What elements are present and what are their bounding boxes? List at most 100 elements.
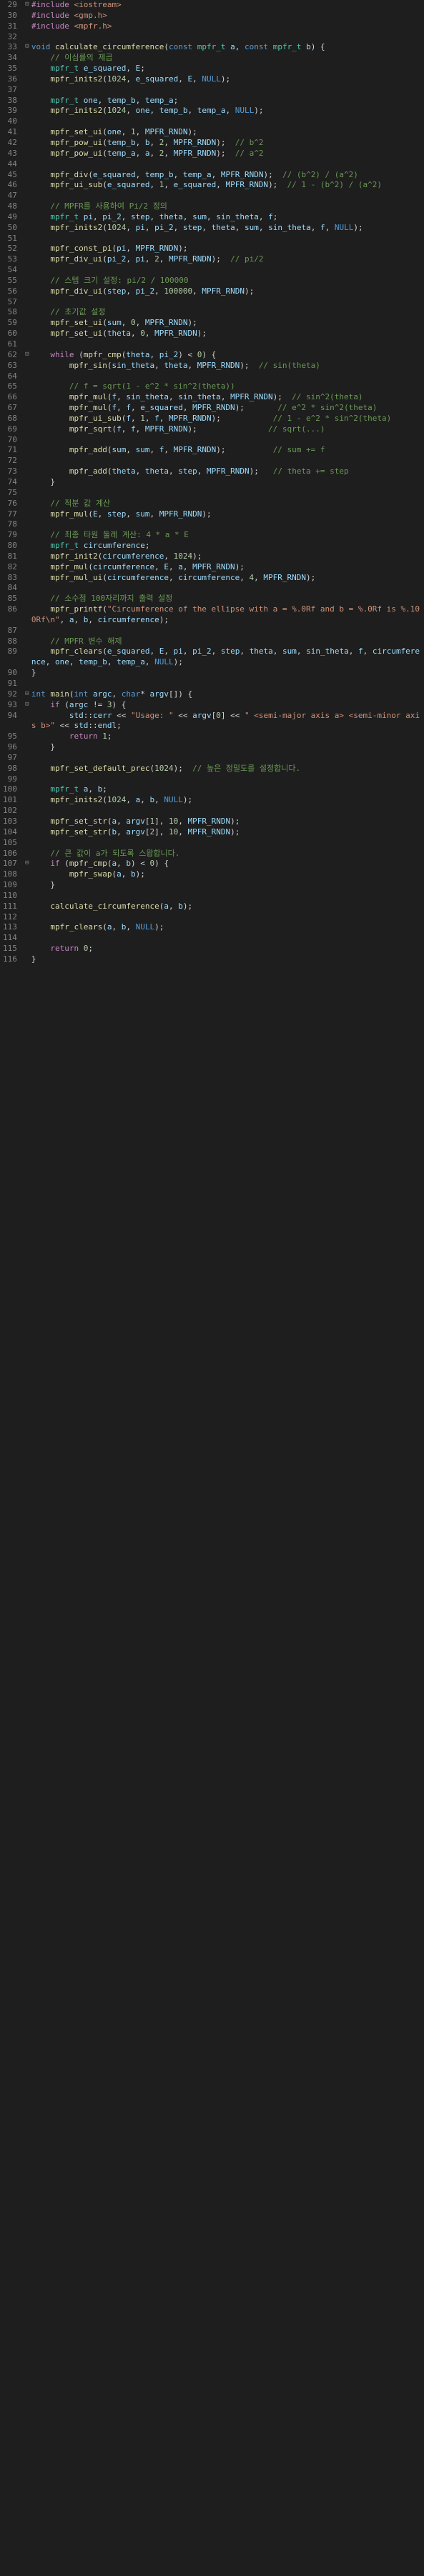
code-line[interactable]: [31, 234, 424, 244]
code-line[interactable]: mpfr_set_ui(sum, 0, MPFR_RNDN);: [31, 318, 424, 329]
code-line[interactable]: mpfr_mul(circumference, E, a, MPFR_RNDN)…: [31, 562, 424, 573]
code-line[interactable]: if (mpfr_cmp(a, b) < 0) {: [31, 859, 424, 869]
code-line[interactable]: [31, 583, 424, 594]
code-line[interactable]: mpfr_mul(f, f, e_squared, MPFR_RNDN); //…: [31, 403, 424, 414]
code-line[interactable]: mpfr_add(sum, sum, f, MPFR_RNDN); // sum…: [31, 445, 424, 456]
fold-marker[interactable]: ⊟: [23, 350, 31, 361]
code-line[interactable]: [31, 806, 424, 817]
fold-gutter[interactable]: ⊟⊟⊟⊟⊟⊟: [23, 0, 31, 965]
code-line[interactable]: std::cerr << "Usage: " << argv[0] << " <…: [31, 711, 424, 722]
code-line[interactable]: [31, 339, 424, 350]
code-line[interactable]: [31, 753, 424, 764]
code-line[interactable]: mpfr_set_ui(theta, 0, MPFR_RNDN);: [31, 329, 424, 339]
code-line[interactable]: // MPFR 변수 해제: [31, 636, 424, 647]
code-line[interactable]: // 초기값 설정: [31, 307, 424, 318]
code-line[interactable]: mpfr_inits2(1024, a, b, NULL);: [31, 795, 424, 806]
code-line[interactable]: mpfr_printf("Circumference of the ellips…: [31, 604, 424, 615]
code-line[interactable]: mpfr_set_ui(one, 1, MPFR_RNDN);: [31, 127, 424, 138]
code-area[interactable]: #include <iostream>#include <gmp.h>#incl…: [31, 0, 424, 965]
code-line[interactable]: [31, 679, 424, 689]
code-line[interactable]: // 스텝 크기 설정: pi/2 / 100000: [31, 276, 424, 286]
code-line[interactable]: mpfr_init2(circumference, 1024);: [31, 551, 424, 562]
code-line[interactable]: [31, 32, 424, 43]
code-line[interactable]: mpfr_div_ui(step, pi_2, 100000, MPFR_RND…: [31, 286, 424, 297]
code-line[interactable]: return 0;: [31, 944, 424, 954]
code-line[interactable]: mpfr_mul_ui(circumference, circumference…: [31, 573, 424, 584]
code-line[interactable]: mpfr_sqrt(f, f, MPFR_RNDN); // sqrt(...): [31, 424, 424, 435]
code-line[interactable]: [31, 371, 424, 382]
code-line[interactable]: 0Rf\n", a, b, circumference);: [31, 615, 424, 626]
code-line[interactable]: // 이심률의 제곱: [31, 53, 424, 64]
code-line[interactable]: mpfr_clears(e_squared, E, pi, pi_2, step…: [31, 647, 424, 657]
code-line[interactable]: [31, 456, 424, 466]
code-line[interactable]: return 1;: [31, 732, 424, 742]
code-line[interactable]: mpfr_mul(f, sin_theta, sin_theta, MPFR_R…: [31, 392, 424, 403]
code-line[interactable]: mpfr_add(theta, theta, step, MPFR_RNDN);…: [31, 466, 424, 477]
fold-marker[interactable]: ⊟: [23, 700, 31, 711]
code-line[interactable]: // 최종 타원 둘레 계산: 4 * a * E: [31, 530, 424, 541]
code-line[interactable]: mpfr_pow_ui(temp_b, b, 2, MPFR_RNDN); //…: [31, 138, 424, 149]
code-line[interactable]: mpfr_pow_ui(temp_a, a, 2, MPFR_RNDN); //…: [31, 149, 424, 159]
code-line[interactable]: mpfr_inits2(1024, e_squared, E, NULL);: [31, 74, 424, 85]
code-line[interactable]: [31, 265, 424, 276]
code-line[interactable]: [31, 626, 424, 636]
code-editor[interactable]: 2930313233343536373839404142434445464748…: [0, 0, 424, 965]
code-line[interactable]: #include <iostream>: [31, 0, 424, 11]
code-line[interactable]: }: [31, 477, 424, 488]
code-line[interactable]: [31, 85, 424, 96]
code-line[interactable]: [31, 116, 424, 127]
code-line[interactable]: mpfr_t a, b;: [31, 784, 424, 795]
code-line[interactable]: if (argc != 3) {: [31, 700, 424, 711]
code-line[interactable]: [31, 435, 424, 446]
code-line[interactable]: [31, 933, 424, 944]
code-line[interactable]: [31, 891, 424, 902]
code-line[interactable]: // 소수점 100자리까지 출력 설정: [31, 594, 424, 604]
code-line[interactable]: calculate_circumference(a, b);: [31, 902, 424, 912]
fold-marker[interactable]: ⊟: [23, 859, 31, 869]
code-line[interactable]: mpfr_const_pi(pi, MPFR_RNDN);: [31, 244, 424, 254]
code-line[interactable]: [31, 838, 424, 849]
code-line[interactable]: nce, one, temp_b, temp_a, NULL);: [31, 657, 424, 668]
code-line[interactable]: }: [31, 880, 424, 891]
code-line[interactable]: [31, 159, 424, 170]
code-line[interactable]: mpfr_set_str(a, argv[1], 10, MPFR_RNDN);: [31, 817, 424, 827]
code-line[interactable]: [31, 774, 424, 785]
code-line[interactable]: // 적분 값 계산: [31, 499, 424, 509]
code-line[interactable]: mpfr_ui_sub(e_squared, 1, e_squared, MPF…: [31, 180, 424, 191]
code-line[interactable]: s b>" << std::endl;: [31, 721, 424, 732]
fold-marker[interactable]: ⊟: [23, 42, 31, 53]
code-line[interactable]: // f = sqrt(1 - e^2 * sin^2(theta)): [31, 381, 424, 392]
fold-marker[interactable]: ⊟: [23, 689, 31, 700]
code-line[interactable]: mpfr_swap(a, b);: [31, 869, 424, 880]
code-line[interactable]: }: [31, 742, 424, 753]
code-line[interactable]: mpfr_clears(a, b, NULL);: [31, 922, 424, 933]
code-line[interactable]: mpfr_set_default_prec(1024); // 높은 정밀도를 …: [31, 764, 424, 774]
code-line[interactable]: }: [31, 954, 424, 965]
code-line[interactable]: #include <mpfr.h>: [31, 21, 424, 32]
code-line[interactable]: while (mpfr_cmp(theta, pi_2) < 0) {: [31, 350, 424, 361]
code-line[interactable]: [31, 519, 424, 530]
code-line[interactable]: mpfr_ui_sub(f, 1, f, MPFR_RNDN); // 1 - …: [31, 414, 424, 424]
code-line[interactable]: }: [31, 668, 424, 679]
code-line[interactable]: mpfr_inits2(1024, one, temp_b, temp_a, N…: [31, 106, 424, 116]
code-line[interactable]: mpfr_inits2(1024, pi, pi_2, step, theta,…: [31, 223, 424, 234]
code-line[interactable]: // MPFR를 사용하여 Pi/2 정의: [31, 201, 424, 212]
code-line[interactable]: [31, 297, 424, 308]
code-line[interactable]: mpfr_set_str(b, argv[2], 10, MPFR_RNDN);: [31, 827, 424, 838]
code-line[interactable]: #include <gmp.h>: [31, 11, 424, 21]
code-line[interactable]: mpfr_t e_squared, E;: [31, 64, 424, 74]
code-line[interactable]: mpfr_t one, temp_b, temp_a;: [31, 96, 424, 106]
code-line[interactable]: mpfr_div_ui(pi_2, pi, 2, MPFR_RNDN); // …: [31, 254, 424, 265]
code-line[interactable]: mpfr_mul(E, step, sum, MPFR_RNDN);: [31, 509, 424, 520]
code-line[interactable]: mpfr_t circumference;: [31, 541, 424, 551]
code-line[interactable]: mpfr_t pi, pi_2, step, theta, sum, sin_t…: [31, 212, 424, 223]
code-line[interactable]: [31, 912, 424, 923]
code-line[interactable]: mpfr_sin(sin_theta, theta, MPFR_RNDN); /…: [31, 361, 424, 371]
code-line[interactable]: [31, 488, 424, 499]
code-line[interactable]: void calculate_circumference(const mpfr_…: [31, 42, 424, 53]
fold-marker[interactable]: ⊟: [23, 0, 31, 11]
code-line[interactable]: mpfr_div(e_squared, temp_b, temp_a, MPFR…: [31, 170, 424, 181]
code-line[interactable]: int main(int argc, char* argv[]) {: [31, 689, 424, 700]
code-line[interactable]: // 큰 값이 a가 되도록 스왑합니다.: [31, 849, 424, 859]
code-line[interactable]: [31, 191, 424, 201]
